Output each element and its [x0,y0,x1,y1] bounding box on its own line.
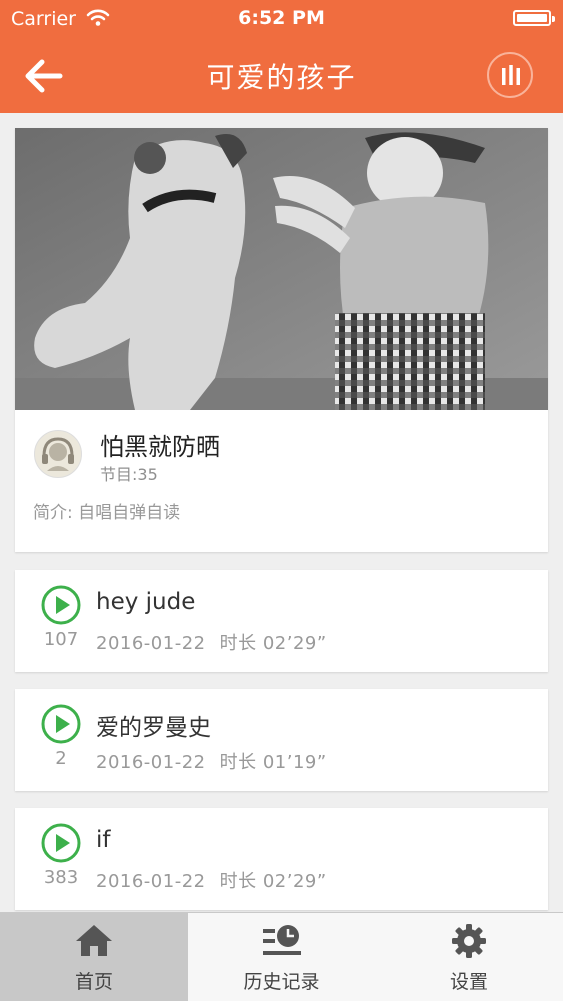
page-title: 可爱的孩子 [206,61,357,94]
tab-home[interactable]: 首页 [0,913,188,1001]
history-icon [262,925,301,955]
gear-icon [452,924,486,958]
play-icon[interactable] [41,823,81,863]
album-name: 怕黑就防晒 [100,433,220,461]
tab-bar: 首页 历史记录 设置 [0,912,563,1001]
track-meta: 2016-01-22 时长 01’19” [96,748,327,774]
home-icon [76,925,112,956]
play-count: 107 [43,629,79,650]
track-item[interactable]: 爱的罗曼史 2 2016-01-22 时长 01’19” [15,689,548,791]
track-item[interactable]: hey jude 107 2016-01-22 时长 02’29” [15,570,548,672]
track-duration: 时长 02’29” [219,871,327,892]
navigation-bar: Carrier 6:52 PM 可爱的孩子 [0,0,563,113]
now-playing-button[interactable] [487,52,533,98]
headphones-avatar-icon [42,437,74,471]
track-title: if [96,827,111,853]
play-icon[interactable] [41,704,81,744]
equalizer-bars-icon [502,65,520,85]
track-duration: 时长 02’29” [219,633,327,654]
play-count: 383 [43,867,79,888]
episode-count: 节目:35 [100,465,158,484]
album-description: 简介: 自唱自弹自读 [33,503,181,523]
tab-label: 历史记录 [243,971,320,993]
play-count: 2 [55,748,67,769]
author-avatar[interactable] [34,430,82,478]
play-icon[interactable] [41,585,81,625]
track-item[interactable]: if 383 2016-01-22 时长 02’29” [15,808,548,910]
tab-label: 首页 [74,971,113,993]
status-bar: Carrier 6:52 PM [0,0,563,38]
track-date: 2016-01-22 [96,752,206,773]
track-title: 爱的罗曼史 [96,715,211,741]
battery-icon [513,10,555,26]
track-meta: 2016-01-22 时长 02’29” [96,629,327,655]
status-time: 6:52 PM [238,7,325,29]
tab-history[interactable]: 历史记录 [188,913,375,1001]
tab-settings[interactable]: 设置 [375,913,563,1001]
tab-label: 设置 [449,971,488,993]
track-date: 2016-01-22 [96,633,206,654]
album-cover-image [15,128,548,410]
track-duration: 时长 01’19” [219,752,327,773]
album-card: 怕黑就防晒 节目:35 简介: 自唱自弹自读 [15,128,548,552]
track-meta: 2016-01-22 时长 02’29” [96,867,327,893]
track-date: 2016-01-22 [96,871,206,892]
track-title: hey jude [96,589,196,615]
